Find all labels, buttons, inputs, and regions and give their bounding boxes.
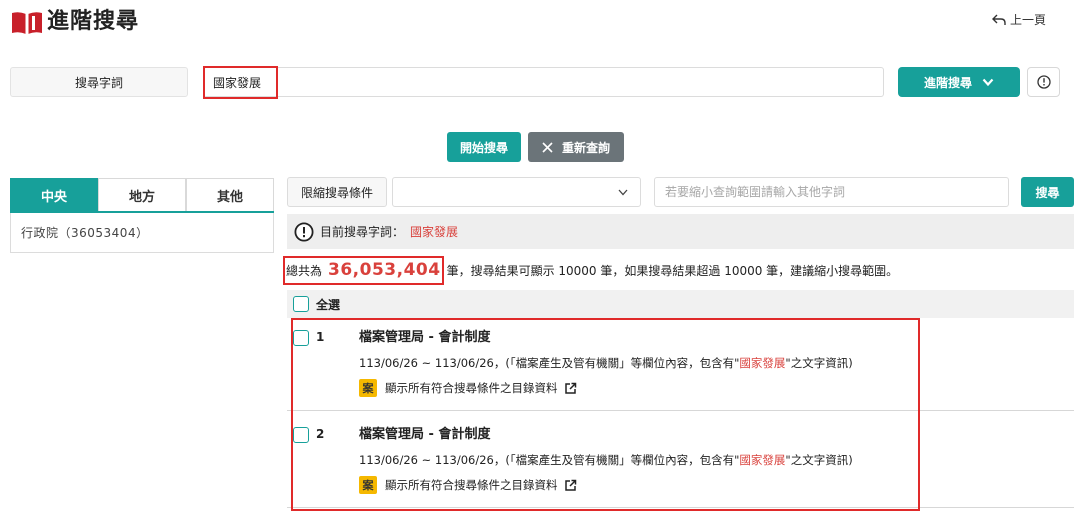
close-icon [542, 141, 553, 153]
result-description: 113/06/26 ~ 113/06/26，(「檔案產生及管有機關」等欄位內容，… [359, 452, 853, 468]
result-desc-term: 國家發展 [739, 356, 786, 370]
current-keyword-term: 國家發展 [410, 225, 459, 239]
select-all-bar: 全選 [287, 290, 1074, 318]
select-all-label: 全選 [316, 297, 341, 312]
result-desc-before: 113/06/26 ~ 113/06/26，(「檔案產生及管有機關」等欄位內容，… [359, 356, 740, 370]
result-index: 2 [316, 427, 325, 441]
tab-local[interactable]: 地方 [98, 178, 186, 212]
select-all-checkbox[interactable] [293, 296, 309, 312]
info-icon [1036, 75, 1051, 89]
external-link-icon [564, 382, 576, 394]
tab-other[interactable]: 其他 [186, 178, 274, 212]
advanced-search-label: 進階搜尋 [923, 75, 972, 90]
page-title: 進階搜尋 [47, 9, 140, 34]
back-arrow-icon [992, 14, 1006, 25]
filter-select[interactable] [392, 177, 641, 207]
narrow-search-input[interactable] [654, 177, 1009, 207]
result-title[interactable]: 檔案管理局 - 會計制度 [359, 426, 490, 444]
chevron-down-icon [618, 189, 628, 196]
book-logo-icon [10, 8, 44, 36]
result-title[interactable]: 檔案管理局 - 會計制度 [359, 329, 490, 347]
result-desc-after: "之文字資訊) [785, 356, 853, 370]
result-index: 1 [316, 330, 325, 344]
result-checkbox[interactable] [293, 427, 309, 443]
keyword-input[interactable] [203, 67, 884, 97]
info-button[interactable] [1027, 67, 1060, 97]
current-keyword-bar: 目前搜尋字詞： 國家發展 [287, 214, 1074, 249]
search-field-label: 搜尋字詞 [10, 67, 188, 97]
result-desc-term: 國家發展 [739, 453, 786, 467]
case-badge: 案 [359, 476, 377, 494]
current-keyword-prefix: 目前搜尋字詞： [320, 225, 405, 239]
total-suffix: 筆 [446, 263, 459, 278]
tab-central[interactable]: 中央 [10, 178, 98, 212]
advanced-search-button[interactable]: 進階搜尋 [898, 67, 1020, 97]
result-link-label: 顯示所有符合搜尋條件之目錄資料 [385, 381, 558, 395]
agency-item[interactable]: 行政院（36053404） [10, 213, 274, 253]
result-link-label: 顯示所有符合搜尋條件之目錄資料 [385, 478, 558, 492]
reset-label: 重新查詢 [561, 140, 610, 155]
result-item: 2 檔案管理局 - 會計制度 113/06/26 ~ 113/06/26，(「檔… [287, 416, 1074, 508]
result-catalog-link[interactable]: 案 顯示所有符合搜尋條件之目錄資料 [359, 476, 577, 494]
total-prefix: 總共為 [286, 263, 323, 278]
external-link-icon [564, 479, 576, 491]
back-link[interactable]: 上一頁 [992, 12, 1046, 28]
filter-label: 限縮搜尋條件 [287, 177, 387, 207]
result-desc-before: 113/06/26 ~ 113/06/26，(「檔案產生及管有機關」等欄位內容，… [359, 453, 740, 467]
back-link-label: 上一頁 [1010, 13, 1047, 27]
case-badge: 案 [359, 379, 377, 397]
info-icon [294, 221, 314, 242]
chevron-down-icon [982, 78, 994, 86]
total-count-line: 總共為 36,053,404 筆 ，搜尋結果可顯示 10000 筆，如果搜尋結果… [286, 257, 898, 283]
start-search-button[interactable]: 開始搜尋 [447, 132, 521, 162]
total-note: ，搜尋結果可顯示 10000 筆，如果搜尋結果超過 10000 筆，建議縮小搜尋… [458, 263, 899, 278]
reset-button[interactable]: 重新查詢 [528, 132, 624, 162]
result-description: 113/06/26 ~ 113/06/26，(「檔案產生及管有機關」等欄位內容，… [359, 355, 853, 371]
narrow-search-button[interactable]: 搜尋 [1021, 177, 1074, 207]
result-checkbox[interactable] [293, 330, 309, 346]
result-desc-after: "之文字資訊) [785, 453, 853, 467]
result-catalog-link[interactable]: 案 顯示所有符合搜尋條件之目錄資料 [359, 379, 577, 397]
result-item: 1 檔案管理局 - 會計制度 113/06/26 ~ 113/06/26，(「檔… [287, 319, 1074, 411]
total-count: 36,053,404 [328, 260, 441, 280]
